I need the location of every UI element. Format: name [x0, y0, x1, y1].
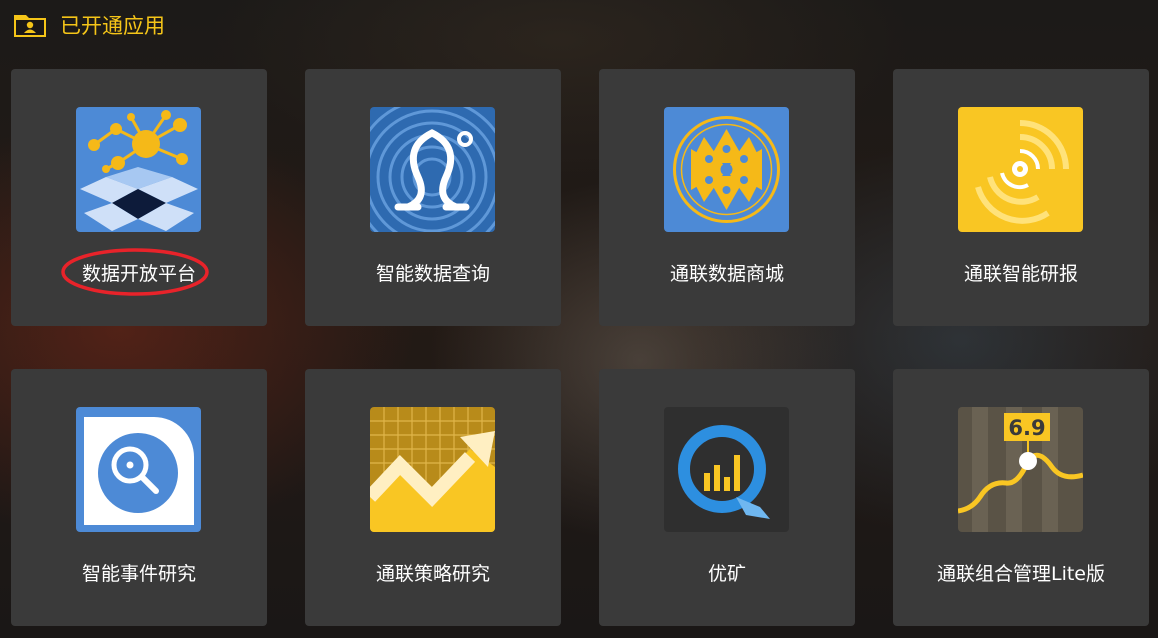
app-label: 优矿 — [707, 563, 746, 585]
app-tile-datayes-data-mall[interactable]: 通联数据商城 — [599, 69, 855, 326]
app-label: 智能事件研究 — [81, 563, 196, 585]
app-tile-datayes-portfolio-lite[interactable]: 6.9 通联组合管理Lite版 — [893, 369, 1149, 626]
app-label: 数据开放平台 — [81, 263, 196, 285]
magnifier-icon — [76, 407, 201, 532]
app-label: 智能数据查询 — [375, 263, 490, 285]
snowflake-badge-icon — [664, 107, 789, 232]
app-label: 通联策略研究 — [375, 563, 490, 585]
section-title: 已开通应用 — [60, 14, 165, 38]
app-label: 通联组合管理Lite版 — [936, 563, 1105, 585]
app-label: 通联数据商城 — [669, 263, 784, 285]
data-network-icon — [76, 107, 201, 232]
radar-circle-icon — [958, 107, 1083, 232]
section-header: 已开通应用 — [12, 8, 165, 42]
app-label: 通联智能研报 — [963, 263, 1078, 285]
app-grid: 数据开放平台 智能数据查询 通联数据商城 通联智能研报 智能事件研究 通联策略研… — [11, 69, 1149, 626]
score-badge: 6.9 — [1008, 416, 1045, 440]
app-tile-smart-event-research[interactable]: 智能事件研究 — [11, 369, 267, 626]
app-tile-data-open-platform[interactable]: 数据开放平台 — [11, 69, 267, 326]
app-tile-uqer[interactable]: 优矿 — [599, 369, 855, 626]
folder-user-icon — [14, 15, 46, 37]
app-tile-datayes-smart-research[interactable]: 通联智能研报 — [893, 69, 1149, 326]
app-tile-smart-data-query[interactable]: 智能数据查询 — [305, 69, 561, 326]
q-bars-icon — [664, 407, 789, 532]
omega-wave-icon — [370, 107, 495, 232]
trend-arrow-icon — [370, 407, 495, 532]
line-score-icon: 6.9 — [958, 407, 1083, 532]
app-tile-datayes-strategy-research[interactable]: 通联策略研究 — [305, 369, 561, 626]
